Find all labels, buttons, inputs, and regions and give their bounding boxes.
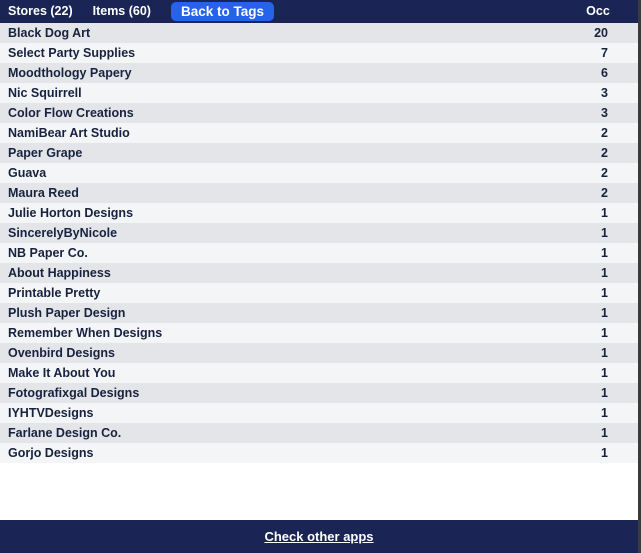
store-name: SincerelyByNicole bbox=[8, 226, 118, 240]
store-occurrence-count: 1 bbox=[601, 226, 608, 240]
store-occurrence-count: 2 bbox=[601, 186, 608, 200]
store-name: Fotografixgal Designs bbox=[8, 386, 140, 400]
store-occurrence-count: 1 bbox=[601, 206, 608, 220]
table-row[interactable]: Black Dog Art 20 bbox=[0, 23, 638, 43]
store-name: IYHTVDesigns bbox=[8, 406, 94, 420]
store-name: Paper Grape bbox=[8, 146, 83, 160]
store-occurrence-count: 3 bbox=[601, 106, 608, 120]
table-row[interactable]: NB Paper Co. 1 bbox=[0, 243, 638, 263]
app-window: Stores (22) Items (60) Back to Tags Occ … bbox=[0, 0, 641, 553]
store-occurrence-count: 20 bbox=[594, 26, 608, 40]
table-row[interactable]: Fotografixgal Designs 1 bbox=[0, 383, 638, 403]
store-occurrence-count: 1 bbox=[601, 326, 608, 340]
store-name: Julie Horton Designs bbox=[8, 206, 134, 220]
store-name: Select Party Supplies bbox=[8, 46, 136, 60]
table-row[interactable]: SincerelyByNicole 1 bbox=[0, 223, 638, 243]
store-name: Gorjo Designs bbox=[8, 446, 94, 460]
store-name: Black Dog Art bbox=[8, 26, 91, 40]
store-occurrence-count: 1 bbox=[601, 446, 608, 460]
store-occurrence-count: 7 bbox=[601, 46, 608, 60]
table-row[interactable]: Select Party Supplies 7 bbox=[0, 43, 638, 63]
check-other-apps-link[interactable]: Check other apps bbox=[264, 529, 373, 544]
table-row[interactable]: IYHTVDesigns 1 bbox=[0, 403, 638, 423]
tab-stores[interactable]: Stores (22) bbox=[8, 0, 73, 23]
table-row[interactable]: Julie Horton Designs 1 bbox=[0, 203, 638, 223]
table-row[interactable]: Nic Squirrell 3 bbox=[0, 83, 638, 103]
store-occurrence-count: 1 bbox=[601, 386, 608, 400]
store-occurrence-count: 2 bbox=[601, 126, 608, 140]
table-row[interactable]: Remember When Designs 1 bbox=[0, 323, 638, 343]
store-occurrence-count: 2 bbox=[601, 146, 608, 160]
table-row[interactable]: Ovenbird Designs 1 bbox=[0, 343, 638, 363]
store-name: Make It About You bbox=[8, 366, 116, 380]
footer-bar: Check other apps bbox=[0, 520, 638, 553]
store-name: Maura Reed bbox=[8, 186, 79, 200]
table-row[interactable]: Gorjo Designs 1 bbox=[0, 443, 638, 463]
store-occurrence-count: 1 bbox=[601, 366, 608, 380]
store-name: Printable Pretty bbox=[8, 286, 101, 300]
store-occurrence-count: 1 bbox=[601, 286, 608, 300]
store-name: Plush Paper Design bbox=[8, 306, 126, 320]
table-row[interactable]: Printable Pretty 1 bbox=[0, 283, 638, 303]
store-name: Nic Squirrell bbox=[8, 86, 82, 100]
stores-table: Black Dog Art 20 Select Party Supplies 7 Moo… bbox=[0, 23, 638, 463]
store-occurrence-count: 6 bbox=[601, 66, 608, 80]
store-occurrence-count: 3 bbox=[601, 86, 608, 100]
store-occurrence-count: 1 bbox=[601, 426, 608, 440]
store-name: About Happiness bbox=[8, 266, 111, 280]
store-name: Color Flow Creations bbox=[8, 106, 134, 120]
table-row[interactable]: Farlane Design Co. 1 bbox=[0, 423, 638, 443]
store-name: Guava bbox=[8, 166, 47, 180]
store-name: Moodthology Papery bbox=[8, 66, 132, 80]
store-occurrence-count: 1 bbox=[601, 406, 608, 420]
store-occurrence-count: 1 bbox=[601, 246, 608, 260]
store-occurrence-count: 1 bbox=[601, 266, 608, 280]
top-toolbar: Stores (22) Items (60) Back to Tags Occ bbox=[0, 0, 638, 23]
tab-items[interactable]: Items (60) bbox=[93, 0, 151, 23]
table-row[interactable]: Make It About You 1 bbox=[0, 363, 638, 383]
table-row[interactable]: About Happiness 1 bbox=[0, 263, 638, 283]
table-row[interactable]: Moodthology Papery 6 bbox=[0, 63, 638, 83]
column-header-occ: Occ bbox=[586, 4, 610, 18]
store-name: Farlane Design Co. bbox=[8, 426, 122, 440]
table-row[interactable]: Color Flow Creations 3 bbox=[0, 103, 638, 123]
back-to-tags-button[interactable]: Back to Tags bbox=[170, 2, 274, 21]
store-name: NamiBear Art Studio bbox=[8, 126, 130, 140]
store-occurrence-count: 1 bbox=[601, 346, 608, 360]
table-row[interactable]: Maura Reed 2 bbox=[0, 183, 638, 203]
store-name: Remember When Designs bbox=[8, 326, 163, 340]
store-occurrence-count: 2 bbox=[601, 166, 608, 180]
store-name: NB Paper Co. bbox=[8, 246, 88, 260]
store-name: Ovenbird Designs bbox=[8, 346, 115, 360]
store-occurrence-count: 1 bbox=[601, 306, 608, 320]
table-row[interactable]: Guava 2 bbox=[0, 163, 638, 183]
table-row[interactable]: NamiBear Art Studio 2 bbox=[0, 123, 638, 143]
table-row[interactable]: Plush Paper Design 1 bbox=[0, 303, 638, 323]
table-row[interactable]: Paper Grape 2 bbox=[0, 143, 638, 163]
